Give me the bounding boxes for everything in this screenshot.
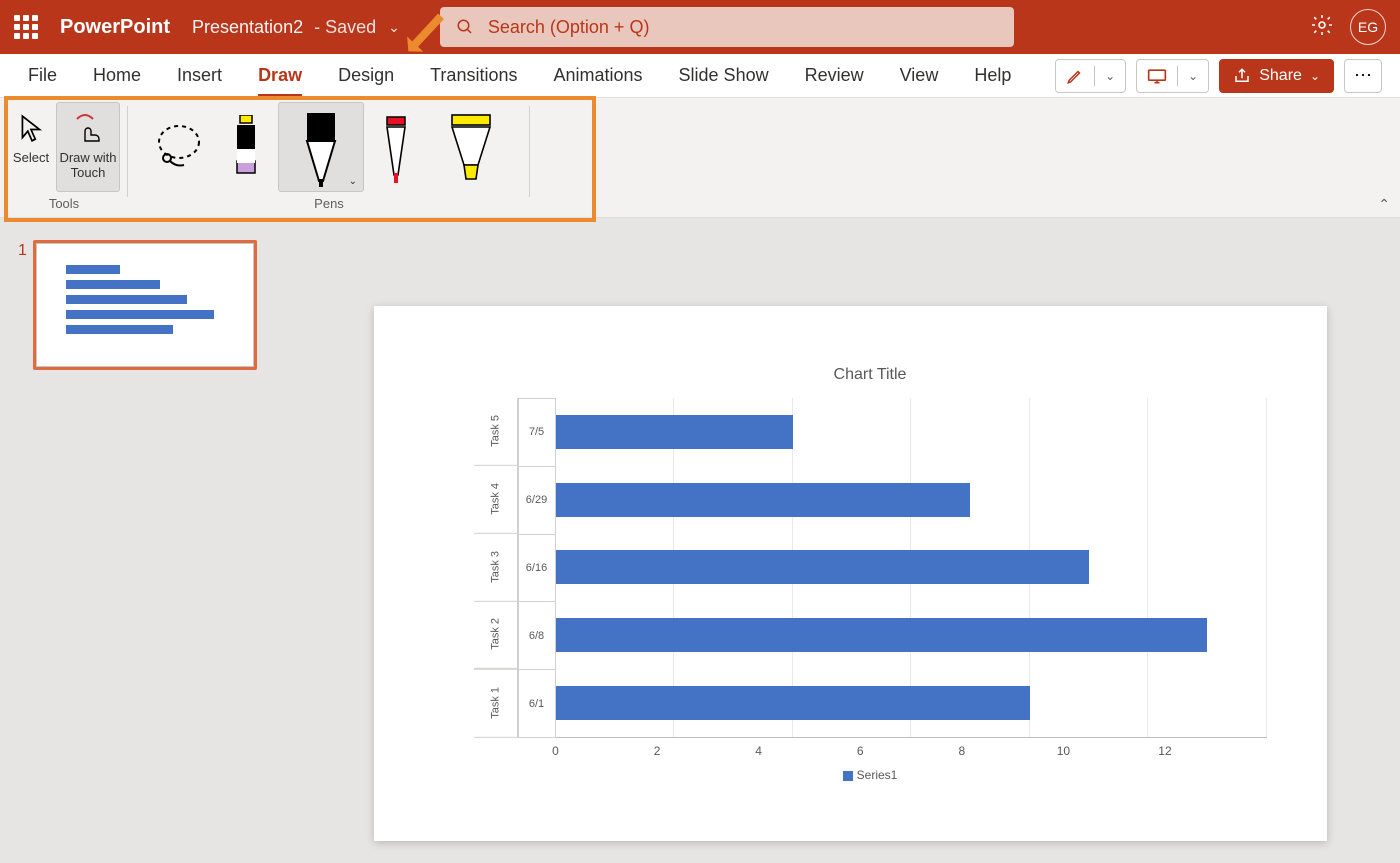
group-label-tools: Tools <box>49 196 79 211</box>
present-button[interactable]: ⌄ <box>1136 59 1209 93</box>
x-tick: 2 <box>606 744 708 758</box>
highlighter-yellow-button[interactable] <box>428 102 514 192</box>
x-tick: 12 <box>1114 744 1216 758</box>
share-label: Share <box>1259 67 1302 85</box>
chart-bar <box>556 686 1030 720</box>
highlighter-icon <box>446 113 496 191</box>
chart-plot-area <box>556 398 1267 738</box>
chart-bar <box>556 483 971 517</box>
lasso-icon <box>152 120 206 174</box>
tab-help[interactable]: Help <box>956 54 1029 97</box>
thumbnail-pane: 1 <box>0 218 300 863</box>
slide-pane: Chart Title Task 5 Task 4 Task 3 Task 2 … <box>300 218 1400 863</box>
ribbon-group-tools: Select Draw with Touch Tools <box>0 98 128 217</box>
ribbon-body-draw: Select Draw with Touch Tools <box>0 98 1400 218</box>
x-tick: 6 <box>809 744 911 758</box>
chart-y-dates: 7/5 6/29 6/16 6/8 6/1 <box>518 398 556 738</box>
pen-red-button[interactable] <box>366 102 426 192</box>
pen-icon <box>381 115 411 191</box>
pen-black-button[interactable]: ⌄ <box>278 102 364 192</box>
group-label-pens: Pens <box>314 196 344 211</box>
chart-bar <box>556 415 793 449</box>
chart-legend: Series1 <box>474 768 1267 782</box>
app-name: PowerPoint <box>60 16 170 39</box>
chart-bar <box>556 618 1208 652</box>
tab-file[interactable]: File <box>10 54 75 97</box>
x-tick: 0 <box>505 744 607 758</box>
thumbnail-preview-chart <box>66 265 234 334</box>
settings-gear-icon[interactable] <box>1310 13 1334 42</box>
pencil-icon <box>1066 67 1084 85</box>
present-icon <box>1147 67 1167 85</box>
workspace: 1 Chart Title Task 5 Task 4 Task 3 Task … <box>0 218 1400 863</box>
x-tick: 8 <box>911 744 1013 758</box>
pen-icon <box>299 109 343 191</box>
search-icon <box>456 18 474 36</box>
user-avatar[interactable]: EG <box>1350 9 1386 45</box>
more-options-button[interactable]: ⋯ <box>1344 59 1382 93</box>
lasso-tool-button[interactable] <box>144 102 214 192</box>
bar-chart[interactable]: Chart Title Task 5 Task 4 Task 3 Task 2 … <box>474 366 1267 801</box>
tab-view[interactable]: View <box>882 54 957 97</box>
tab-slideshow[interactable]: Slide Show <box>661 54 787 97</box>
chart-y-categories: Task 5 Task 4 Task 3 Task 2 Task 1 <box>474 398 518 738</box>
tab-transitions[interactable]: Transitions <box>412 54 535 97</box>
title-bar: PowerPoint Presentation2 - Saved ⌄ Searc… <box>0 0 1400 54</box>
chart-bar <box>556 550 1089 584</box>
pen-purple-button[interactable] <box>216 102 276 192</box>
x-tick: 4 <box>708 744 810 758</box>
tab-home[interactable]: Home <box>75 54 159 97</box>
ribbon-group-pens: ⌄ Pens <box>128 98 530 217</box>
app-launcher-icon[interactable] <box>14 15 38 39</box>
editing-mode-button[interactable]: ⌄ <box>1055 59 1126 93</box>
annotation-arrow <box>400 15 440 39</box>
tab-design[interactable]: Design <box>320 54 412 97</box>
chart-title: Chart Title <box>474 366 1267 384</box>
collapse-ribbon-chevron-icon[interactable]: ⌃ <box>1378 196 1390 213</box>
x-tick: 10 <box>1013 744 1115 758</box>
thumbnail-number: 1 <box>18 240 27 370</box>
tab-review[interactable]: Review <box>787 54 882 97</box>
slide-thumbnail-1[interactable] <box>33 240 257 370</box>
pen-icon <box>231 115 261 191</box>
tab-animations[interactable]: Animations <box>535 54 660 97</box>
document-title[interactable]: Presentation2 <box>192 17 303 38</box>
search-placeholder: Search (Option + Q) <box>488 17 650 38</box>
tab-draw[interactable]: Draw <box>240 54 320 97</box>
share-button[interactable]: Share ⌄ <box>1219 59 1334 93</box>
tab-insert[interactable]: Insert <box>159 54 240 97</box>
search-box[interactable]: Search (Option + Q) <box>440 7 1014 47</box>
save-state: - Saved <box>309 17 376 38</box>
cursor-icon <box>18 111 44 147</box>
ribbon-tabs: File Home Insert Draw Design Transitions… <box>0 54 1400 98</box>
chevron-down-icon: ⌄ <box>349 176 357 187</box>
share-icon <box>1233 67 1251 85</box>
chart-x-axis: 024681012 <box>556 744 1267 758</box>
draw-with-touch-button[interactable]: Draw with Touch <box>56 102 120 192</box>
touch-draw-icon <box>71 111 105 147</box>
select-tool-button[interactable]: Select <box>8 102 54 192</box>
slide-canvas[interactable]: Chart Title Task 5 Task 4 Task 3 Task 2 … <box>374 306 1327 841</box>
